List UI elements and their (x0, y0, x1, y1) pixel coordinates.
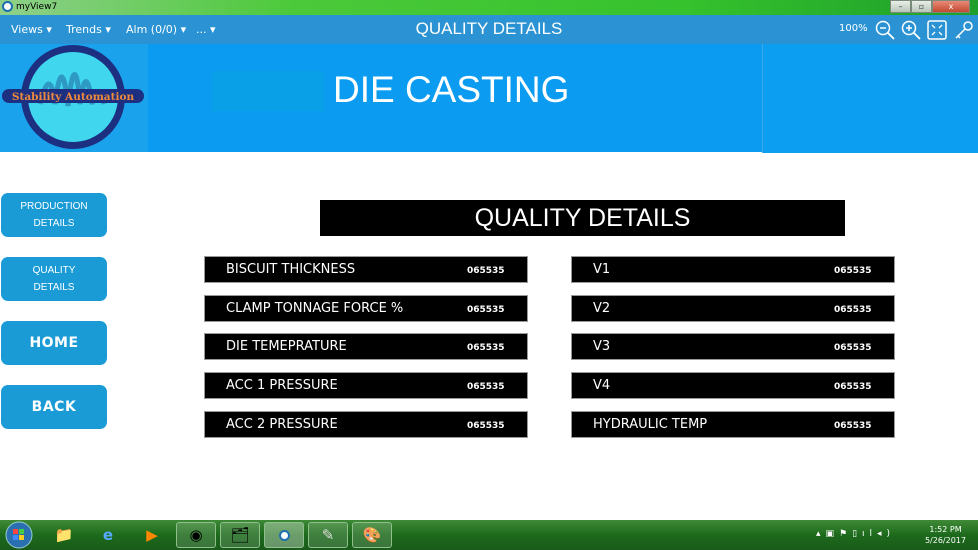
menu-trends[interactable]: Trends ▾ (66, 23, 111, 36)
maximize-button[interactable]: ▫ (911, 0, 932, 13)
header-banner-right (762, 44, 978, 153)
row-value: 065535 (834, 343, 872, 354)
zoom-out-icon[interactable] (875, 20, 895, 40)
row-label: V1 (593, 262, 611, 277)
paint-icon[interactable]: 🎨 (352, 522, 392, 548)
button-label: DETAILS (33, 218, 75, 229)
quality-row: V2 065535 (571, 294, 895, 322)
banner-placeholder (212, 71, 324, 111)
date: 5/26/2017 (924, 536, 966, 545)
logo-area: Stability Automation (0, 44, 148, 152)
row-value: 065535 (834, 420, 872, 431)
quality-row: CLAMP TONNAGE FORCE % 065535 (204, 294, 528, 322)
quality-row: HYDRAULIC TEMP 065535 (571, 410, 895, 438)
minimize-button[interactable]: – (890, 0, 911, 13)
row-value: 065535 (467, 420, 505, 431)
menu-alarms[interactable]: Alm (0/0) ▾ (126, 23, 186, 36)
media-player-icon[interactable]: ▶ (132, 522, 172, 548)
row-label: CLAMP TONNAGE FORCE % (226, 300, 404, 316)
row-label: ACC 2 PRESSURE (226, 416, 338, 432)
button-label: QUALITY (32, 265, 76, 276)
window-title-bar: myView7 – ▫ x (0, 0, 978, 15)
quality-row: V1 065535 (571, 256, 895, 283)
row-label: V2 (593, 300, 611, 316)
row-label: DIE TEMEPRATURE (226, 339, 347, 355)
row-value: 065535 (467, 382, 505, 393)
clock[interactable]: 1:52 PM 5/26/2017 (925, 524, 966, 546)
row-value: 065535 (834, 304, 872, 315)
zoom-in-icon[interactable] (901, 20, 921, 40)
quality-details-button[interactable]: QUALITY DETAILS (1, 257, 107, 301)
quality-row: ACC 1 PRESSURE 065535 (204, 372, 528, 400)
button-label: DETAILS (33, 282, 75, 293)
close-button[interactable]: x (932, 0, 970, 13)
time: 1:52 PM (929, 525, 962, 534)
row-label: V4 (593, 378, 611, 394)
row-value: 065535 (834, 382, 872, 393)
key-icon[interactable] (954, 20, 974, 40)
pen-icon[interactable]: ✎ (308, 522, 348, 548)
taskbar: 📁 e ▶ ◉ 🗂 ✎ 🎨 ▴▣⚑▯ıl◂) 1:52 PM 5/26/2017 (0, 520, 978, 550)
quality-row: ACC 2 PRESSURE 065535 (204, 410, 528, 438)
row-label: ACC 1 PRESSURE (226, 378, 338, 394)
row-label: BISCUIT THICKNESS (226, 262, 356, 277)
quality-row: BISCUIT THICKNESS 065535 (204, 256, 528, 283)
stability-automation-logo: Stability Automation (2, 45, 144, 149)
menu-views[interactable]: Views ▾ (11, 23, 52, 36)
row-value: 065535 (467, 343, 505, 354)
button-label: PRODUCTION (20, 201, 88, 212)
fullscreen-icon[interactable] (927, 20, 947, 40)
chrome-icon[interactable]: ◉ (176, 522, 216, 548)
row-label: HYDRAULIC TEMP (593, 416, 708, 432)
row-value: 065535 (467, 266, 505, 276)
zoom-level: 100% (839, 23, 868, 34)
app-icon (2, 1, 13, 12)
svg-text:Stability Automation: Stability Automation (12, 91, 135, 103)
section-title: QUALITY DETAILS (320, 200, 845, 236)
back-button[interactable]: BACK (1, 385, 107, 429)
notes-icon[interactable]: 🗂 (220, 522, 260, 548)
toolbar: QUALITY DETAILS Views ▾ Trends ▾ Alm (0/… (0, 15, 978, 44)
row-label: V3 (593, 339, 611, 355)
window-title: myView7 (16, 1, 58, 12)
row-value: 065535 (467, 304, 505, 315)
myview-taskbar-icon[interactable] (264, 522, 304, 548)
row-value: 065535 (834, 266, 872, 276)
system-tray[interactable]: ▴▣⚑▯ıl◂) (816, 529, 895, 539)
quality-row: V3 065535 (571, 333, 895, 361)
banner-title: DIE CASTING (333, 69, 570, 110)
quality-row: V4 065535 (571, 372, 895, 400)
menu-more[interactable]: ... ▾ (196, 23, 216, 36)
quality-row: DIE TEMEPRATURE 065535 (204, 333, 528, 361)
production-details-button[interactable]: PRODUCTION DETAILS (1, 193, 107, 237)
internet-explorer-icon[interactable]: e (88, 522, 128, 548)
home-button[interactable]: HOME (1, 321, 107, 365)
file-explorer-icon[interactable]: 📁 (44, 522, 84, 548)
start-button[interactable] (0, 521, 38, 549)
